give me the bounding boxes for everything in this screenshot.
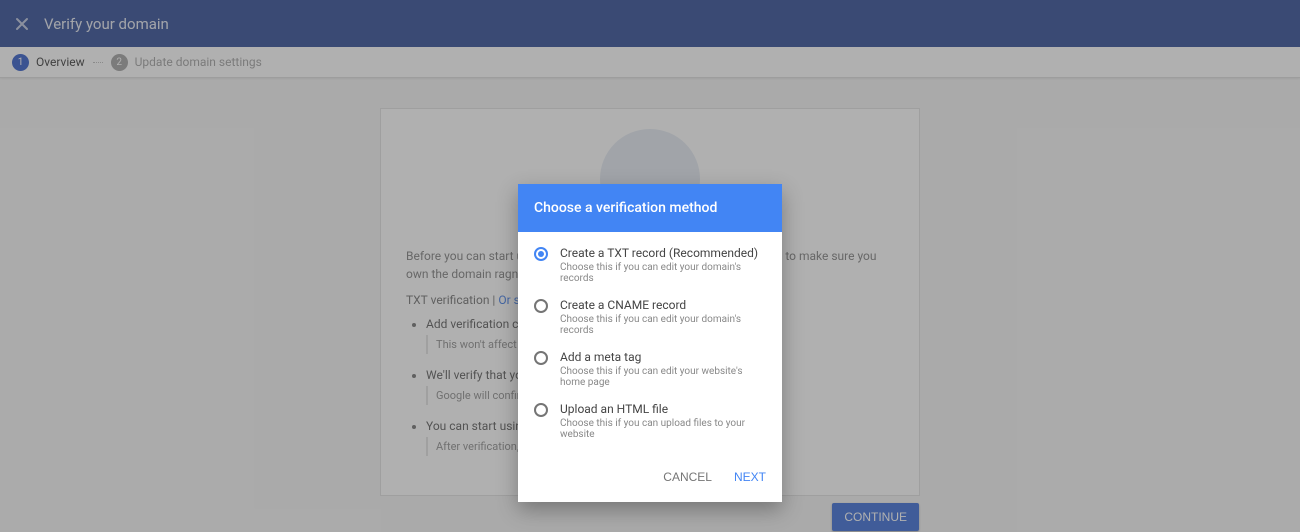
verification-method-modal: Choose a verification method Create a TX… <box>518 184 782 502</box>
option-cname-record[interactable]: Create a CNAME record Choose this if you… <box>534 298 766 336</box>
option-title: Upload an HTML file <box>560 402 766 416</box>
modal-title: Choose a verification method <box>518 184 782 232</box>
radio-icon <box>534 247 548 261</box>
radio-icon <box>534 299 548 313</box>
option-title: Add a meta tag <box>560 350 766 364</box>
option-title: Create a TXT record (Recommended) <box>560 246 766 260</box>
option-sub: Choose this if you can edit your domain'… <box>560 262 766 284</box>
option-html-file[interactable]: Upload an HTML file Choose this if you c… <box>534 402 766 440</box>
option-title: Create a CNAME record <box>560 298 766 312</box>
option-txt-record[interactable]: Create a TXT record (Recommended) Choose… <box>534 246 766 284</box>
modal-footer: CANCEL NEXT <box>518 460 782 502</box>
radio-icon <box>534 351 548 365</box>
option-sub: Choose this if you can edit your domain'… <box>560 314 766 336</box>
option-meta-tag[interactable]: Add a meta tag Choose this if you can ed… <box>534 350 766 388</box>
cancel-button[interactable]: CANCEL <box>661 466 714 488</box>
next-button[interactable]: NEXT <box>732 466 768 488</box>
modal-body: Create a TXT record (Recommended) Choose… <box>518 232 782 460</box>
option-sub: Choose this if you can edit your website… <box>560 366 766 388</box>
radio-icon <box>534 403 548 417</box>
option-sub: Choose this if you can upload files to y… <box>560 418 766 440</box>
